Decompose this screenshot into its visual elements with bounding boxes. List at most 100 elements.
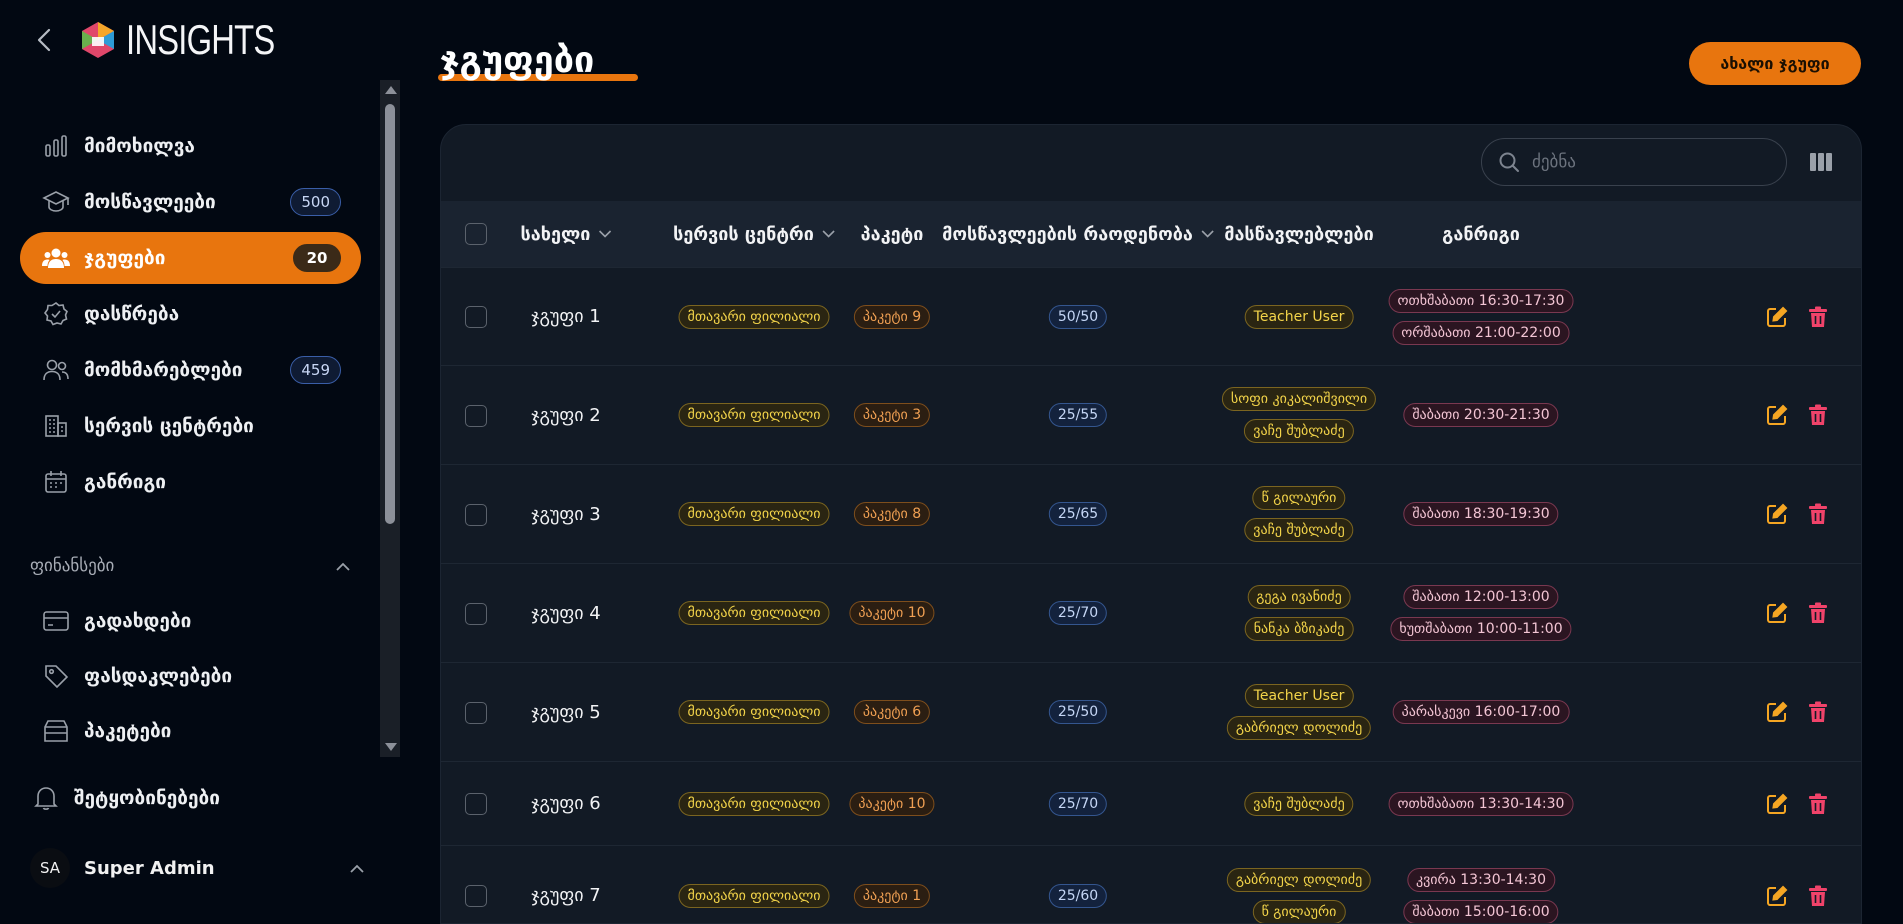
edit-group-button[interactable]	[1765, 601, 1789, 625]
row-actions	[1765, 366, 1830, 464]
sidebar-item-service-centers[interactable]: სერვის ცენტრები	[20, 400, 361, 452]
row-checkbox[interactable]	[465, 701, 487, 724]
column-header-schedule: განრიგი	[1442, 201, 1520, 267]
trash-icon	[1809, 602, 1827, 623]
teachers-cell: წ გილაური ვაჩე შუბლაძე	[1244, 465, 1354, 563]
group-name: ჯგუფი 4	[531, 602, 601, 624]
trash-icon	[1809, 701, 1827, 722]
columns-icon	[1810, 153, 1832, 171]
center-cell: მთავარი ფილიალი	[678, 268, 830, 365]
teacher-tag: წ გილაური	[1252, 899, 1346, 923]
search-input[interactable]	[1530, 151, 1760, 173]
sidebar-scrollbar[interactable]	[380, 80, 400, 757]
sidebar-item-schedule[interactable]: განრიგი	[20, 456, 361, 508]
schedule-cell: შაბათი 18:30-19:30	[1403, 465, 1559, 563]
schedule-cell: ოთხშაბათი 13:30-14:30	[1388, 762, 1574, 845]
scroll-down-arrow-icon[interactable]	[385, 743, 397, 751]
schedule-tag: ოთხშაბათი 13:30-14:30	[1388, 791, 1574, 816]
delete-group-button[interactable]	[1806, 403, 1830, 427]
user-name: Super Admin	[84, 857, 215, 879]
sort-chevron-icon[interactable]	[1201, 230, 1214, 238]
check-badge-icon	[42, 300, 70, 328]
edit-group-button[interactable]	[1765, 502, 1789, 526]
delete-group-button[interactable]	[1806, 502, 1830, 526]
table-row: ჯგუფი 2 მთავარი ფილიალი პაკეტი 3 25/55 სოფი …	[441, 365, 1861, 464]
teachers-cell: ვაჩე შუბლაძე	[1244, 762, 1354, 845]
table-row: ჯგუფი 1 მთავარი ფილიალი პაკეტი 9 50/50 Teach…	[441, 267, 1861, 365]
finance-section-toggle[interactable]: ფინანსები	[30, 553, 350, 579]
row-checkbox[interactable]	[465, 885, 487, 907]
scrollbar-thumb[interactable]	[385, 104, 395, 524]
scroll-up-arrow-icon[interactable]	[385, 86, 397, 94]
add-group-button[interactable]: ახალი ჯგუფი	[1689, 42, 1861, 85]
sort-chevron-icon[interactable]	[598, 230, 612, 238]
sidebar-item-payments[interactable]: გადახდები	[20, 595, 361, 647]
package-cell: პაკეტი 6	[853, 663, 931, 761]
search-field[interactable]	[1481, 138, 1787, 186]
group-name: ჯგუფი 1	[531, 306, 601, 327]
column-header-name[interactable]: სახელი	[521, 201, 612, 267]
center-cell: მთავარი ფილიალი	[678, 366, 830, 464]
row-checkbox[interactable]	[465, 793, 487, 815]
schedule-cell: კვირა 13:30-14:30 შაბათი 15:00-16:00	[1403, 846, 1559, 923]
table-row: ჯგუფი 7 მთავარი ფილიალი პაკეტი 1 25/60 გაბრი…	[441, 845, 1861, 923]
sidebar-item-users[interactable]: მომხმარებლები 459	[20, 344, 361, 396]
center-cell: მთავარი ფილიალი	[678, 465, 830, 563]
sidebar-item-groups[interactable]: ჯგუფები 20	[20, 232, 361, 284]
user-menu[interactable]: SA Super Admin	[30, 848, 370, 888]
row-actions	[1765, 465, 1830, 563]
delete-group-button[interactable]	[1806, 305, 1830, 329]
column-header-label: სერვის ცენტრი	[673, 223, 814, 245]
edit-group-button[interactable]	[1765, 305, 1789, 329]
sidebar-item-discounts[interactable]: ფასდაკლებები	[20, 650, 361, 702]
row-checkbox[interactable]	[465, 404, 487, 427]
column-header-student_count[interactable]: მოსწავლეების რაოდენობა	[942, 201, 1214, 267]
name-cell: ჯგუფი 7	[531, 846, 600, 923]
row-checkbox[interactable]	[465, 503, 487, 526]
sidebar-item-label: განრიგი	[84, 471, 167, 493]
row-actions	[1765, 846, 1830, 923]
delete-group-button[interactable]	[1806, 700, 1830, 724]
center-cell: მთავარი ფილიალი	[678, 663, 830, 761]
edit-group-button[interactable]	[1765, 884, 1789, 908]
edit-group-button[interactable]	[1765, 700, 1789, 724]
row-checkbox[interactable]	[465, 306, 487, 328]
edit-icon	[1767, 701, 1788, 722]
center-cell: მთავარი ფილიალი	[678, 846, 830, 923]
edit-group-button[interactable]	[1765, 403, 1789, 427]
delete-group-button[interactable]	[1806, 601, 1830, 625]
center-cell: მთავარი ფილიალი	[678, 564, 830, 662]
trash-icon	[1809, 793, 1827, 814]
sidebar-item-notifications[interactable]: შეტყობინებები	[10, 772, 351, 824]
sidebar-item-overview[interactable]: მიმოხილვა	[20, 120, 361, 172]
schedule-tag: შაბათი 15:00-16:00	[1403, 899, 1559, 923]
edit-icon	[1767, 306, 1788, 327]
delete-group-button[interactable]	[1806, 792, 1830, 816]
column-header-center[interactable]: სერვის ცენტრი	[673, 201, 835, 267]
count-cell: 50/50	[1048, 268, 1108, 365]
table-row: ჯგუფი 3 მთავარი ფილიალი პაკეტი 8 25/65 წ გილ…	[441, 464, 1861, 563]
package-tag: პაკეტი 3	[853, 403, 931, 427]
schedule-tag: შაბათი 18:30-19:30	[1403, 502, 1559, 526]
row-checkbox[interactable]	[465, 602, 487, 625]
select-all-checkbox[interactable]	[465, 223, 487, 245]
sidebar-item-packages[interactable]: პაკეტები	[20, 705, 361, 757]
sidebar-item-students[interactable]: მოსწავლეები 500	[20, 176, 361, 228]
teacher-tag: ვაჩე შუბლაძე	[1244, 419, 1354, 443]
service-center-tag: მთავარი ფილიალი	[678, 883, 830, 908]
count-cell: 25/70	[1048, 762, 1108, 845]
student-count-tag: 25/70	[1048, 601, 1108, 625]
users-group-icon	[42, 244, 70, 272]
student-count-tag: 25/70	[1048, 791, 1108, 816]
sidebar: INSIGHTS მიმოხილვა მოსწავლეები 500 ჯგუფე…	[0, 0, 400, 910]
delete-group-button[interactable]	[1806, 884, 1830, 908]
column-visibility-button[interactable]	[1809, 151, 1835, 175]
collapse-sidebar-button[interactable]	[30, 26, 58, 54]
chevron-up-icon	[350, 864, 364, 873]
count-cell: 25/70	[1048, 564, 1108, 662]
sidebar-item-label: დასწრება	[84, 303, 180, 325]
sort-chevron-icon[interactable]	[822, 230, 835, 238]
sidebar-item-attendance[interactable]: დასწრება	[20, 288, 361, 340]
edit-group-button[interactable]	[1765, 792, 1789, 816]
package-cell: პაკეტი 10	[849, 564, 935, 662]
